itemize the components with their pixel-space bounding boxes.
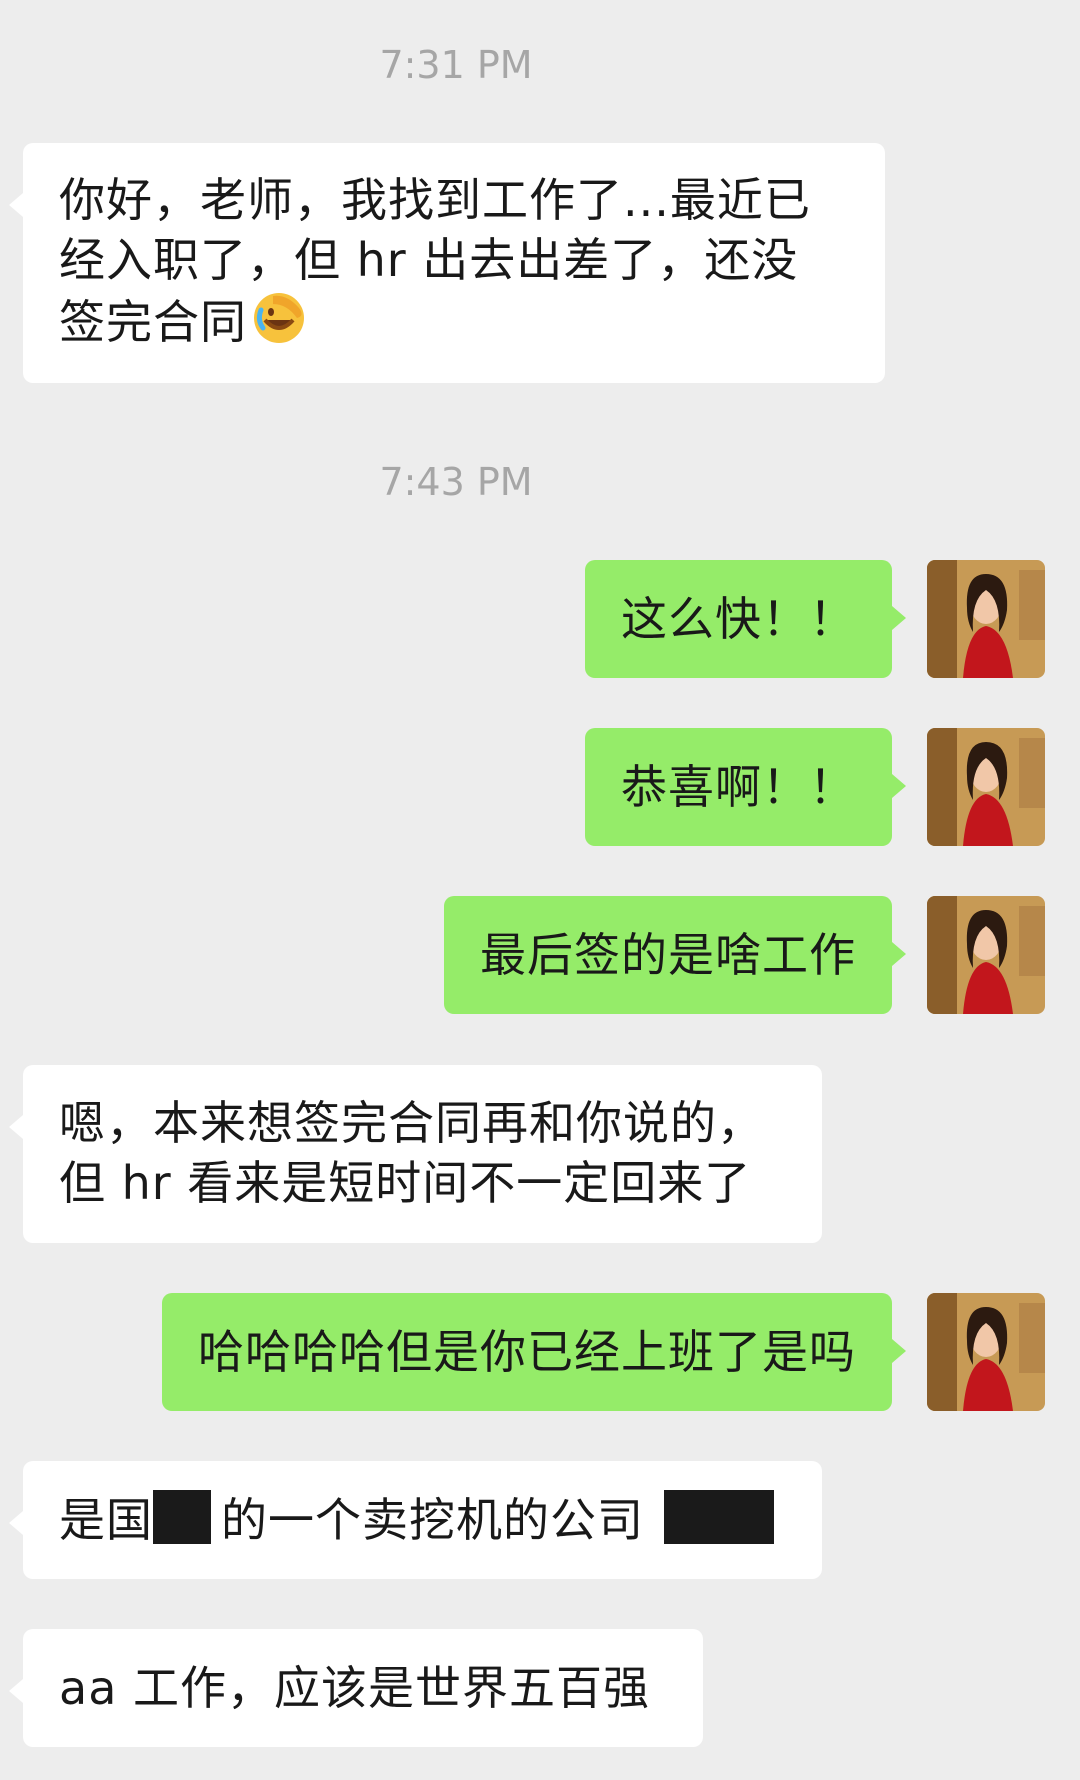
message-text: aa 工作，应该是世界五百强: [59, 1661, 650, 1715]
profile-photo-icon: [927, 728, 1045, 846]
outgoing-message[interactable]: 这么快！！: [585, 560, 906, 678]
profile-photo-icon: [927, 896, 1045, 1014]
incoming-message[interactable]: 你好，老师，我找到工作了...最近已 经入职了，但 hr 出去出差了，还没 签完…: [9, 143, 885, 383]
profile-photo-icon: [927, 1293, 1045, 1411]
outgoing-message[interactable]: 恭喜啊！！: [585, 728, 906, 846]
message-text: 哈哈哈哈但是你已经上班了是吗: [198, 1325, 856, 1379]
redaction-block: [664, 1490, 774, 1544]
message-text: 的一个卖挖机的公司: [221, 1493, 644, 1547]
message-text: 恭喜啊！！: [621, 760, 856, 814]
avatar[interactable]: [927, 1293, 1045, 1411]
timestamp: 7:43 PM: [379, 460, 533, 504]
outgoing-message[interactable]: 最后签的是啥工作: [444, 896, 906, 1014]
outgoing-message[interactable]: 哈哈哈哈但是你已经上班了是吗: [162, 1293, 906, 1411]
profile-photo-icon: [927, 560, 1045, 678]
timestamp: 7:31 PM: [379, 43, 533, 87]
avatar[interactable]: [927, 728, 1045, 846]
message-line: 但 hr 看来是短时间不一定回来了: [59, 1156, 752, 1210]
message-text: 最后签的是啥工作: [480, 928, 856, 982]
facepalm-crying-emoji-icon: [251, 290, 307, 360]
message-text: 这么快！！: [621, 592, 856, 646]
message-line: 签完合同: [59, 290, 849, 360]
message-line: 嗯，本来想签完合同再和你说的，: [59, 1096, 764, 1150]
message-line: 经入职了，但 hr 出去出差了，还没: [59, 233, 799, 287]
message-line: 你好，老师，我找到工作了...最近已: [59, 173, 811, 227]
redaction-block: [153, 1490, 211, 1544]
incoming-message[interactable]: 是国 的一个卖挖机的公司: [9, 1461, 822, 1579]
incoming-message[interactable]: aa 工作，应该是世界五百强: [9, 1629, 703, 1747]
avatar[interactable]: [927, 560, 1045, 678]
message-text: 是国: [59, 1493, 153, 1547]
avatar[interactable]: [927, 896, 1045, 1014]
incoming-message[interactable]: 嗯，本来想签完合同再和你说的， 但 hr 看来是短时间不一定回来了: [9, 1065, 822, 1243]
